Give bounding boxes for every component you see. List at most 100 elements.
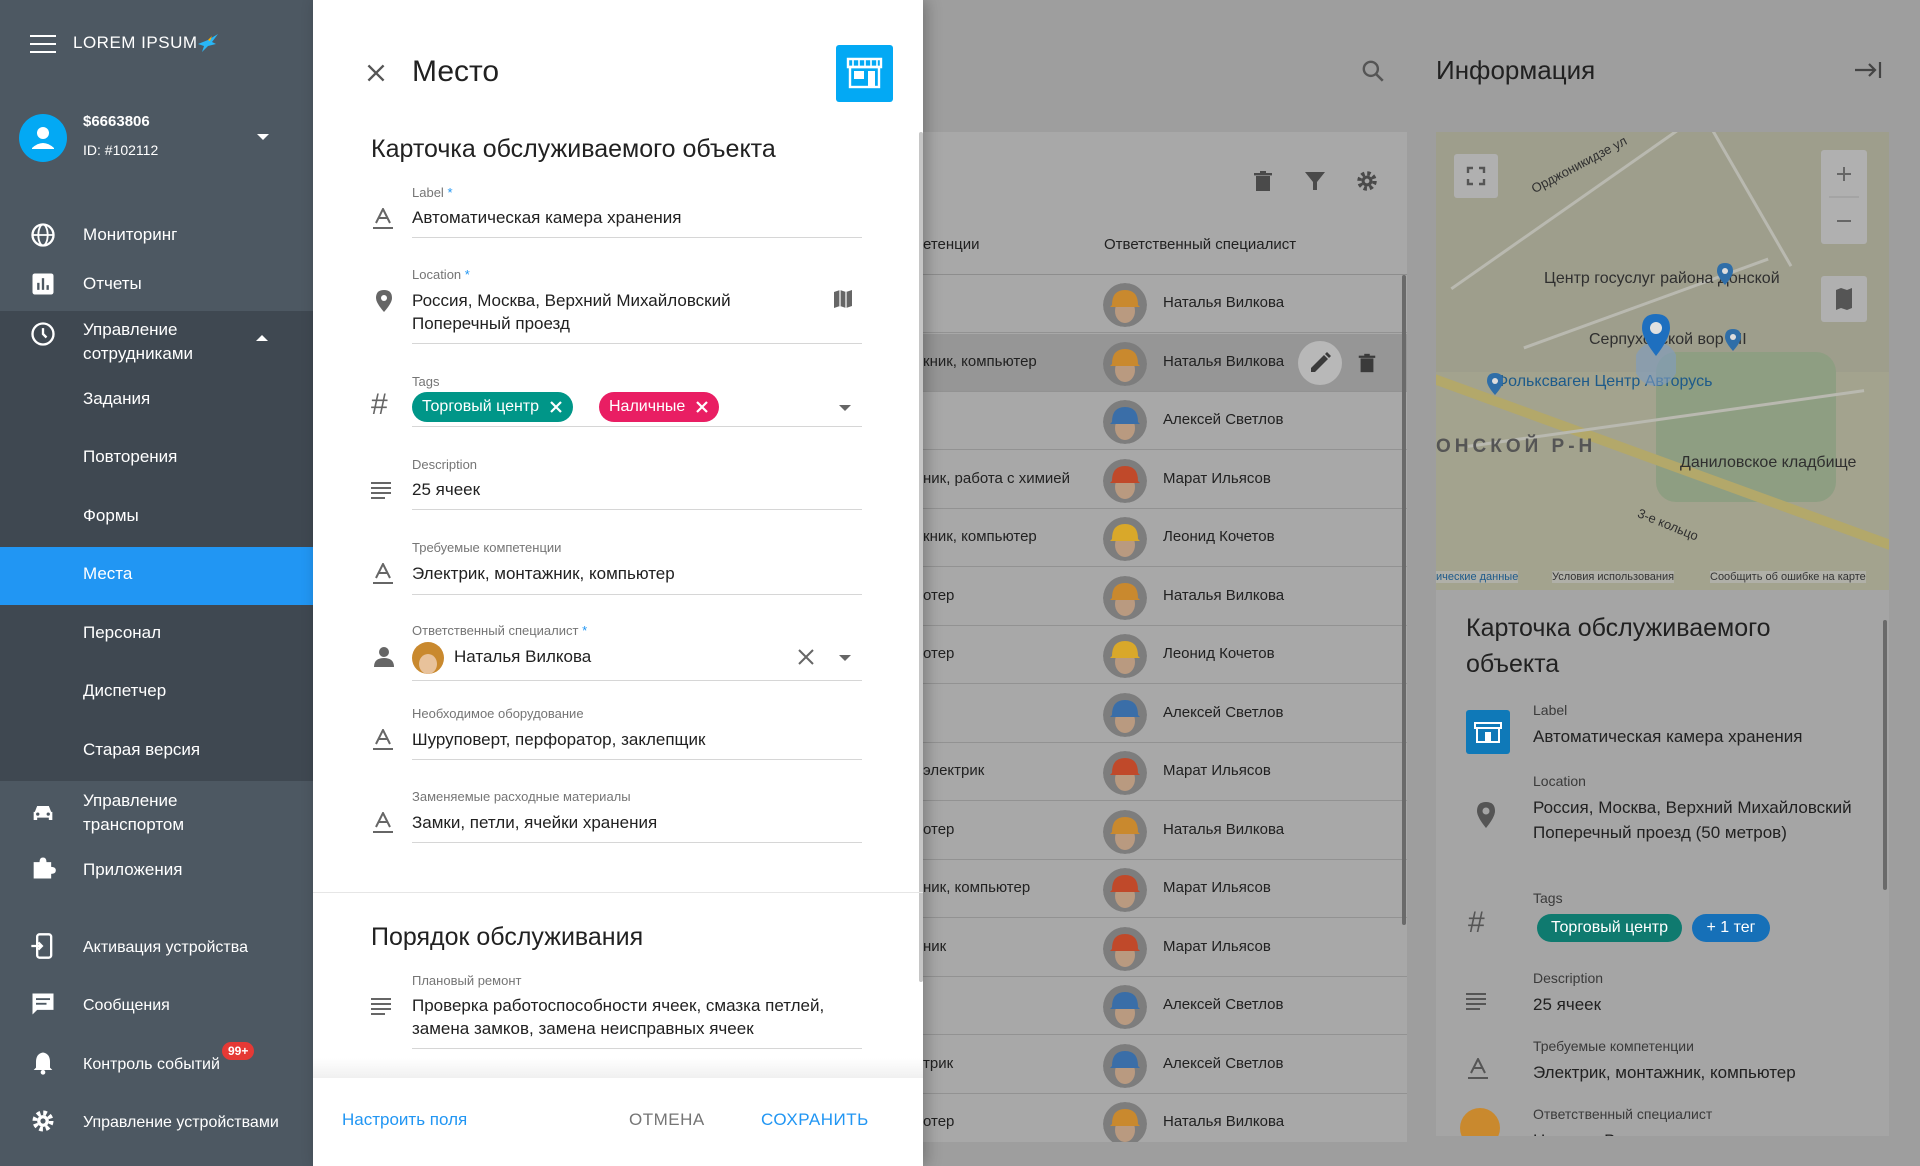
table-row[interactable]: кник, компьютер Леонид Кочетов <box>923 509 1407 567</box>
dropdown-arrow-icon[interactable] <box>839 654 851 662</box>
sidebar-item-label: Контроль событий <box>83 1056 220 1073</box>
sidebar-item-monitoring[interactable]: Мониторинг <box>0 211 313 259</box>
sidebar-item-reports[interactable]: Отчеты <box>0 268 313 316</box>
table-row[interactable]: кник, компьютер Наталья Вилкова <box>923 333 1407 392</box>
sidebar-item-messages[interactable]: Сообщения <box>0 990 313 1038</box>
table-row[interactable]: отер Наталья Вилкова <box>923 802 1407 860</box>
materials-field[interactable]: Заменяемые расходные материалы Замки, пе… <box>371 789 871 844</box>
map-footer-report[interactable]: Сообщить об ошибке на карте <box>1710 571 1866 583</box>
cell-competencies: отер <box>923 820 955 838</box>
table-row[interactable]: Алексей Светлов <box>923 977 1407 1035</box>
table-row[interactable]: отер Леонид Кочетов <box>923 626 1407 684</box>
cancel-button[interactable]: ОТМЕНА <box>629 1110 705 1130</box>
map-view[interactable]: Орджоникидзе ул Центр госуслуг района До… <box>1436 132 1889 590</box>
info-card-title: Карточка обслуживаемого объекта <box>1466 614 1771 678</box>
location-pin-icon <box>376 290 392 312</box>
more-tags-chip[interactable]: + 1 тег <box>1692 914 1770 942</box>
field-value: 25 ячеек <box>1533 995 1602 1014</box>
filter-icon[interactable] <box>1303 168 1327 194</box>
sidebar-item-dispatcher[interactable]: Диспетчер <box>0 664 313 722</box>
map-layers-button[interactable] <box>1821 276 1867 322</box>
table-row[interactable]: отер Наталья Вилкова <box>923 1094 1407 1142</box>
cell-competencies: электрик <box>923 762 985 779</box>
poi-marker-icon <box>1725 329 1741 351</box>
table-row[interactable]: ник, компьютер Марат Ильясов <box>923 860 1407 918</box>
row-delete-button[interactable] <box>1356 351 1378 380</box>
column-header-specialist[interactable]: Ответственный специалист <box>1104 236 1296 253</box>
settings-icon[interactable] <box>1354 168 1380 194</box>
map-footer-terms[interactable]: Условия использования <box>1552 571 1675 583</box>
field-value: Замки, петли, ячейки хранения <box>412 813 658 832</box>
sidebar-item-apps[interactable]: Приложения <box>0 854 313 902</box>
table-row[interactable]: трик Алексей Светлов <box>923 1036 1407 1094</box>
equipment-field[interactable]: Необходимое оборудование Шуруповерт, пер… <box>371 706 871 761</box>
save-button[interactable]: СОХРАНИТЬ <box>761 1110 869 1130</box>
avatar <box>1103 517 1147 561</box>
planned-repair-field[interactable]: Плановый ремонт Проверка работоспособнос… <box>371 973 871 1051</box>
table-row[interactable]: Алексей Светлов <box>923 392 1407 450</box>
table-row[interactable]: ник, работа с химией Марат Ильясов <box>923 451 1407 509</box>
tag-chip-mall[interactable]: Торговый центр <box>412 392 574 422</box>
column-header-competencies[interactable]: етенции <box>923 236 980 253</box>
map-icon[interactable] <box>831 287 855 311</box>
store-type-button[interactable] <box>836 45 893 102</box>
sidebar-item-tasks[interactable]: Задания <box>0 372 313 430</box>
map-footer-data[interactable]: ические данные <box>1436 571 1519 583</box>
info-field-specialist: Ответственный специалист Наталья Вилкова <box>1460 1106 1876 1136</box>
sidebar-item-repeats[interactable]: Повторения <box>0 430 313 488</box>
cell-competencies: трик <box>923 1054 954 1072</box>
tag-chip[interactable]: Торговый центр <box>1537 914 1683 942</box>
table-row[interactable]: электрик Марат Ильясов <box>923 743 1407 801</box>
info-scrollbar[interactable] <box>1883 620 1887 890</box>
footer-shadow <box>313 1058 923 1078</box>
edit-button[interactable] <box>1298 340 1342 385</box>
avatar-image <box>1103 809 1147 854</box>
text-format-icon <box>373 208 393 229</box>
sidebar-item-label: Приложения <box>83 860 183 879</box>
sidebar-item-forms[interactable]: Формы <box>0 489 313 547</box>
cell-specialist: Леонид Кочетов <box>1163 528 1275 545</box>
sidebar-item-places[interactable]: Места <box>0 547 313 605</box>
person-icon <box>32 127 54 149</box>
table-scrollbar[interactable] <box>1402 275 1406 925</box>
collapse-panel-icon[interactable] <box>1853 58 1883 82</box>
dropdown-arrow-icon[interactable] <box>839 404 851 412</box>
table-row[interactable]: отер Наталья Вилкова <box>923 568 1407 626</box>
tags-field[interactable]: # Tags Торговый центр Наличные <box>371 374 871 429</box>
account-switcher[interactable]: $6663806 ID: #102112 <box>0 100 313 172</box>
map-label-district: ОНСКОЙ Р-Н <box>1436 436 1597 457</box>
clear-icon[interactable] <box>797 648 815 666</box>
table-row[interactable]: Алексей Светлов <box>923 685 1407 743</box>
label-field[interactable]: Label * Автоматическая камера хранения <box>371 185 871 240</box>
fullscreen-button[interactable] <box>1454 154 1498 198</box>
location-field[interactable]: Location * Россия, Москва, Верхний Михай… <box>371 267 871 345</box>
logo-row: LOREM IPSUM <box>0 0 313 88</box>
table-row[interactable]: ник Марат Ильясов <box>923 919 1407 977</box>
location-marker-icon[interactable] <box>1636 312 1676 392</box>
search-icon[interactable] <box>1360 58 1386 84</box>
avatar <box>1103 692 1147 737</box>
chevron-down-icon[interactable] <box>257 134 269 140</box>
sidebar-item-activation[interactable]: Активация устройства <box>0 932 313 980</box>
tag-chip-cash[interactable]: Наличные <box>599 392 720 422</box>
sidebar-item-personnel[interactable]: Персонал <box>0 606 313 664</box>
dialog-scrollbar[interactable] <box>919 132 923 982</box>
sidebar-item-events[interactable]: Контроль событий <box>0 1049 313 1097</box>
chip-remove-icon[interactable] <box>695 400 709 414</box>
description-field[interactable]: Description 25 ячеек <box>371 457 871 512</box>
sidebar-item-devices[interactable]: Управление устройствами <box>0 1107 313 1155</box>
menu-icon[interactable] <box>30 35 56 53</box>
sidebar-item-label: Формы <box>83 506 139 525</box>
sidebar-item-transport[interactable]: Управление транспортом <box>0 787 313 843</box>
avatar <box>1103 283 1147 327</box>
table-row[interactable]: Наталья Вилкова <box>923 275 1407 333</box>
sidebar-item-old-version[interactable]: Старая версия <box>0 723 313 781</box>
close-icon[interactable] <box>363 60 389 86</box>
chip-remove-icon[interactable] <box>549 400 563 414</box>
configure-fields-button[interactable]: Настроить поля <box>342 1110 467 1130</box>
competencies-field[interactable]: Требуемые компетенции Электрик, монтажни… <box>371 540 871 595</box>
field-label: Ответственный специалист <box>1533 1106 1713 1122</box>
sidebar-item-employees[interactable]: Управление сотрудниками <box>0 316 313 372</box>
delete-icon[interactable] <box>1251 168 1275 194</box>
specialist-field[interactable]: Ответственный специалист * Наталья Вилко… <box>371 623 871 681</box>
